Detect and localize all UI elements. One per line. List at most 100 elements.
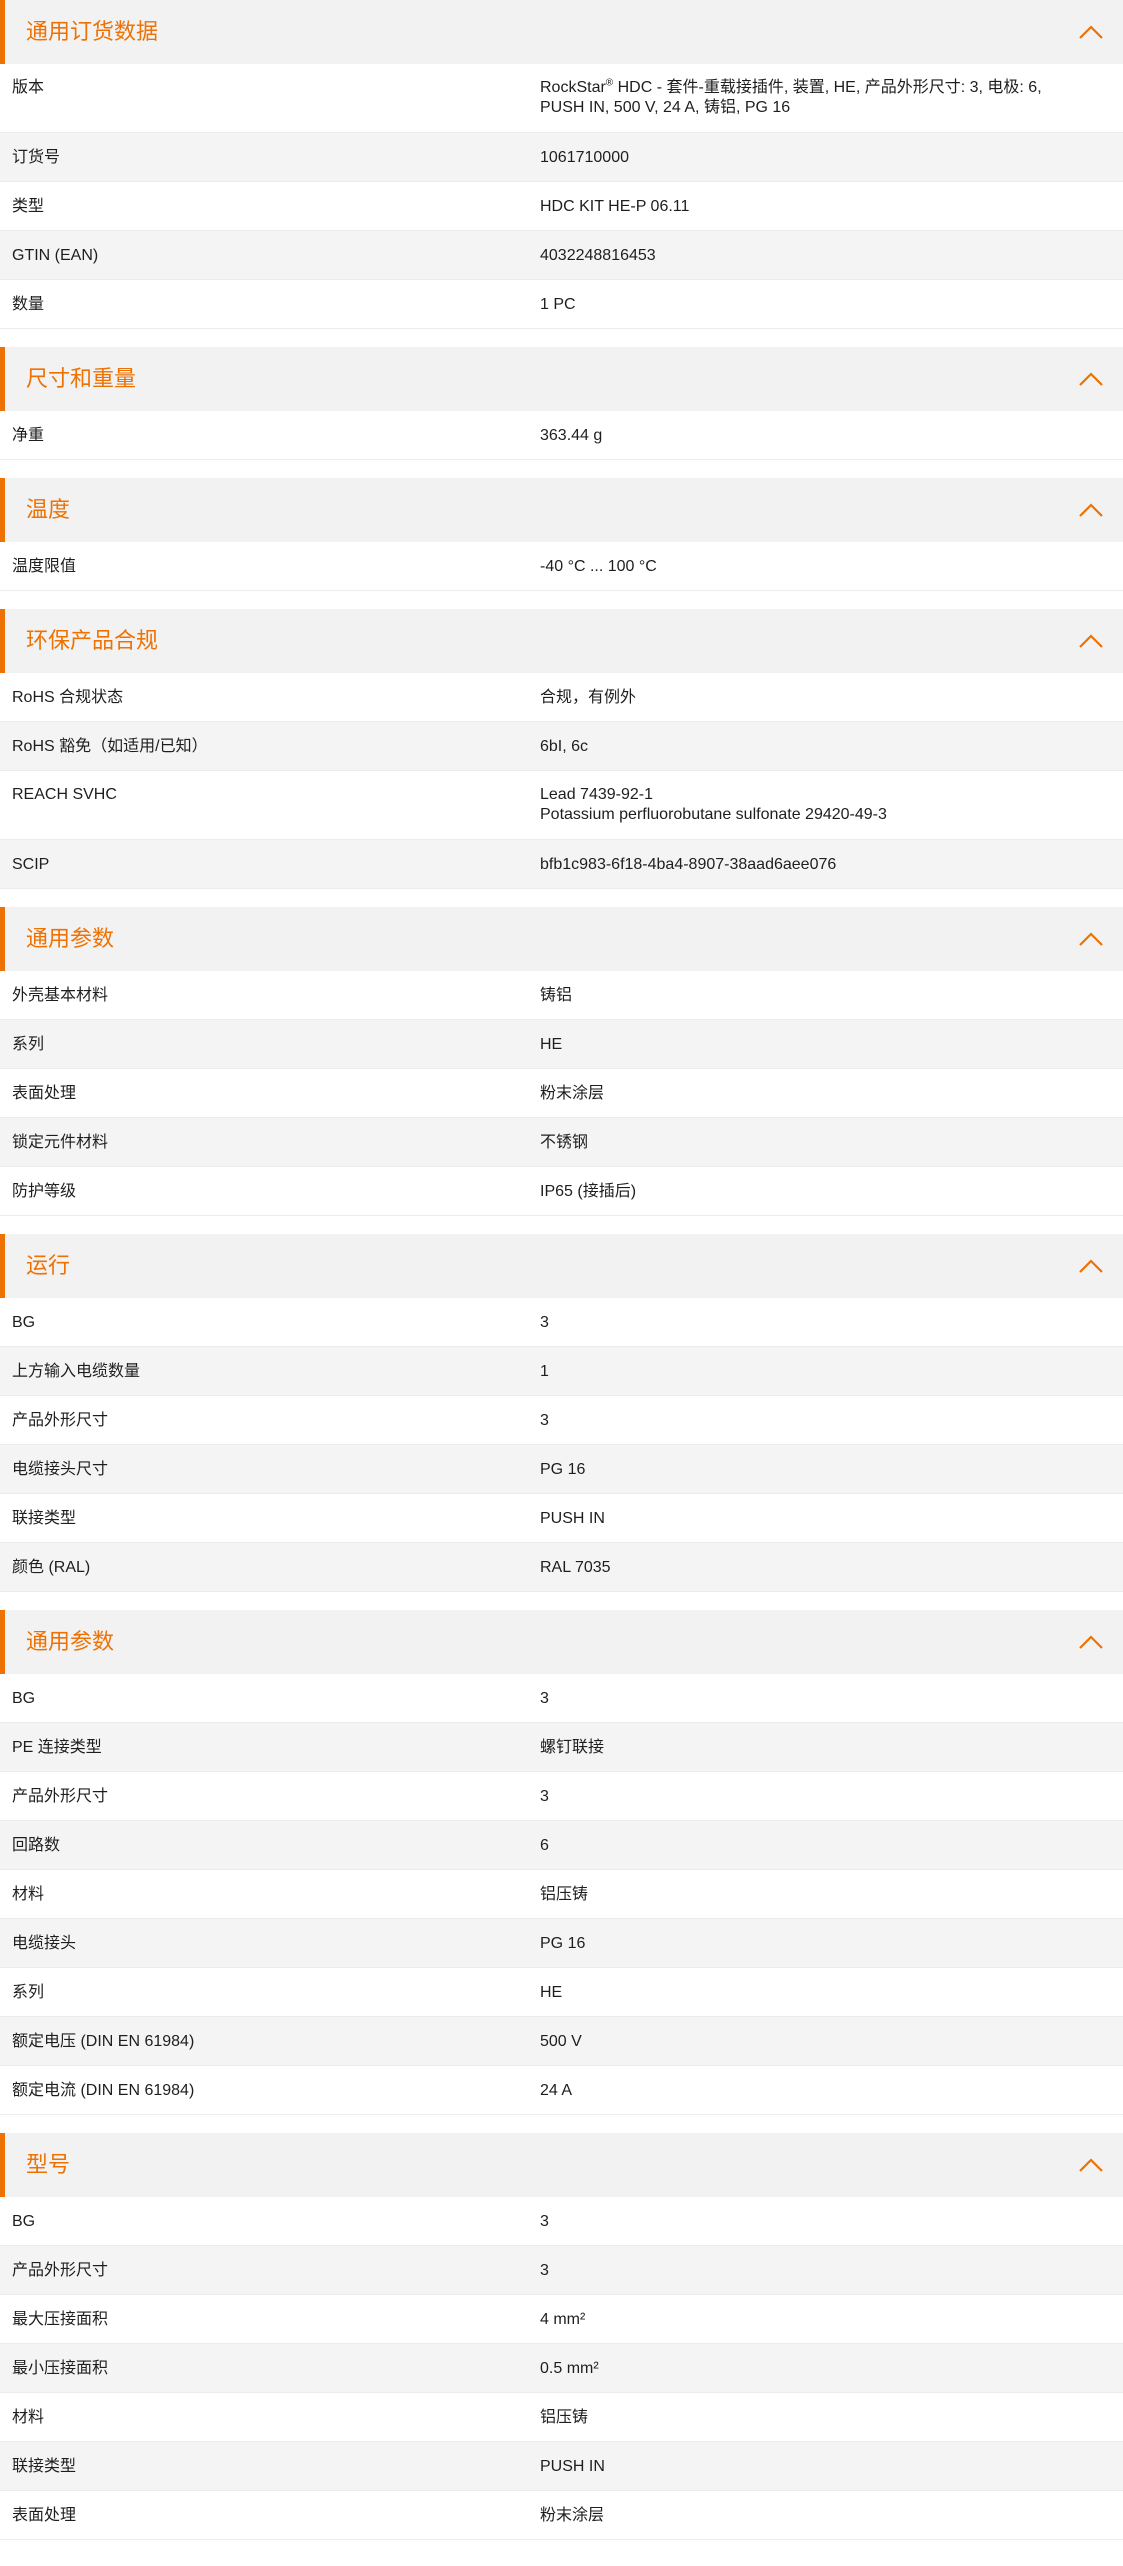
spec-label: 上方输入电缆数量	[12, 1363, 141, 1380]
spec-label: 产品外形尺寸	[12, 1788, 109, 1805]
spec-row: RoHS 豁免（如适用/已知） 6bI, 6c	[0, 722, 1123, 771]
spec-value-line: 粉末涂层	[540, 2507, 605, 2524]
spec-label: 表面处理	[12, 1085, 77, 1102]
spec-value-line: PG 16	[540, 1461, 586, 1478]
section-header[interactable]: 通用参数	[0, 907, 1123, 971]
spec-value-line: 铸铝	[540, 987, 573, 1004]
collapse-button[interactable]	[1059, 609, 1123, 673]
spec-section: 尺寸和重量 净重 363.44 g	[0, 347, 1123, 460]
spec-label: 数量	[12, 296, 45, 313]
collapse-button[interactable]	[1059, 1234, 1123, 1298]
spec-row: 产品外形尺寸 3	[0, 1772, 1123, 1821]
section-header[interactable]: 运行	[0, 1234, 1123, 1298]
spec-row: REACH SVHC Lead 7439-92-1 Potassium perfl…	[0, 771, 1123, 840]
spec-section: 温度 温度限值 -40 °C ... 100 °C	[0, 478, 1123, 591]
spec-label: 联接类型	[12, 1510, 77, 1527]
spec-value-line: 合规，有例外	[540, 689, 637, 706]
spec-value: 粉末涂层	[540, 1084, 1123, 1104]
spec-value: PG 16	[540, 1934, 1123, 1954]
spec-row: 额定电压 (DIN EN 61984) 500 V	[0, 2017, 1123, 2066]
collapse-button[interactable]	[1059, 1610, 1123, 1674]
spec-label: BG	[12, 1314, 36, 1331]
chevron-up-icon	[1079, 2158, 1103, 2172]
section-header[interactable]: 环保产品合规	[0, 609, 1123, 673]
spec-value-line: Lead 7439-92-1	[540, 786, 653, 803]
spec-label: 温度限值	[12, 558, 77, 575]
spec-value: 螺钉联接	[540, 1738, 1123, 1758]
spec-value-line: 500 V	[540, 2033, 582, 2050]
spec-value-line: 4032248816453	[540, 247, 656, 264]
section-rows: 温度限值 -40 °C ... 100 °C	[0, 542, 1123, 591]
section-header[interactable]: 型号	[0, 2133, 1123, 2197]
spec-row: RoHS 合规状态 合规，有例外	[0, 673, 1123, 722]
spec-value-line: 3	[540, 2213, 549, 2230]
section-title: 尺寸和重量	[26, 366, 137, 391]
spec-value-line: PUSH IN	[540, 2458, 605, 2475]
spec-row: 额定电流 (DIN EN 61984) 24 A	[0, 2066, 1123, 2115]
section-title: 通用参数	[26, 926, 115, 951]
spec-label: 系列	[12, 1984, 45, 2001]
spec-section: 运行 BG 3 上方输入电缆数量 1 产品外形尺寸 3 电缆接头尺寸 PG 16…	[0, 1234, 1123, 1592]
section-header[interactable]: 通用订货数据	[0, 0, 1123, 64]
spec-row: 锁定元件材料 不锈钢	[0, 1118, 1123, 1167]
spec-label: 类型	[12, 198, 45, 215]
chevron-up-icon	[1079, 503, 1103, 517]
spec-value: 1061710000	[540, 148, 1123, 168]
spec-label: 系列	[12, 1036, 45, 1053]
spec-row: 温度限值 -40 °C ... 100 °C	[0, 542, 1123, 591]
spec-value-line: 3	[540, 1412, 549, 1429]
spec-label: 产品外形尺寸	[12, 1412, 109, 1429]
spec-value-line: HE	[540, 1036, 563, 1053]
spec-value-line: 6bI, 6c	[540, 738, 589, 755]
chevron-up-icon	[1079, 25, 1103, 39]
section-header[interactable]: 尺寸和重量	[0, 347, 1123, 411]
section-rows: RoHS 合规状态 合规，有例外 RoHS 豁免（如适用/已知） 6bI, 6c…	[0, 673, 1123, 889]
collapse-button[interactable]	[1059, 478, 1123, 542]
spec-row: 系列 HE	[0, 1968, 1123, 2017]
spec-label: BG	[12, 2213, 36, 2230]
spec-value: HE	[540, 1035, 1123, 1055]
spec-value-line: 螺钉联接	[540, 1739, 605, 1756]
spec-value: 24 A	[540, 2081, 1123, 2101]
spec-label: RoHS 合规状态	[12, 689, 124, 706]
spec-label: BG	[12, 1690, 36, 1707]
section-rows: BG 3 上方输入电缆数量 1 产品外形尺寸 3 电缆接头尺寸 PG 16 联接…	[0, 1298, 1123, 1592]
spec-value-line: 3	[540, 2262, 549, 2279]
collapse-button[interactable]	[1059, 2133, 1123, 2197]
collapse-button[interactable]	[1059, 0, 1123, 64]
spec-label: 材料	[12, 2409, 45, 2426]
spec-row: 系列 HE	[0, 1020, 1123, 1069]
spec-section: 通用订货数据 版本 RockStar® HDC - 套件-重载接插件, 装置, …	[0, 0, 1123, 329]
spec-value: Lead 7439-92-1 Potassium perfluorobutane …	[540, 785, 1123, 825]
spec-value: 363.44 g	[540, 426, 1123, 446]
chevron-up-icon	[1079, 1635, 1103, 1649]
spec-row: PE 连接类型 螺钉联接	[0, 1723, 1123, 1772]
spec-label: GTIN (EAN)	[12, 247, 99, 264]
spec-row: GTIN (EAN) 4032248816453	[0, 231, 1123, 280]
chevron-up-icon	[1079, 372, 1103, 386]
spec-label: 产品外形尺寸	[12, 2262, 109, 2279]
section-header[interactable]: 温度	[0, 478, 1123, 542]
collapse-button[interactable]	[1059, 907, 1123, 971]
spec-value-line: HE	[540, 1984, 563, 2001]
spec-value: 3	[540, 1411, 1123, 1431]
section-rows: 版本 RockStar® HDC - 套件-重载接插件, 装置, HE, 产品外…	[0, 64, 1123, 329]
spec-value: bfb1c983-6f18-4ba4-8907-38aad6aee076	[540, 855, 1123, 875]
spec-row: 电缆接头 PG 16	[0, 1919, 1123, 1968]
spec-value: 铸铝	[540, 986, 1123, 1006]
spec-row: 回路数 6	[0, 1821, 1123, 1870]
spec-value: 1	[540, 1362, 1123, 1382]
spec-row: 外壳基本材料 铸铝	[0, 971, 1123, 1020]
spec-row: BG 3	[0, 1674, 1123, 1723]
collapse-button[interactable]	[1059, 347, 1123, 411]
spec-value-line: RAL 7035	[540, 1559, 611, 1576]
spec-value: PUSH IN	[540, 1509, 1123, 1529]
spec-section: 环保产品合规 RoHS 合规状态 合规，有例外 RoHS 豁免（如适用/已知） …	[0, 609, 1123, 889]
spec-value: 1 PC	[540, 295, 1123, 315]
spec-value: RAL 7035	[540, 1558, 1123, 1578]
section-header[interactable]: 通用参数	[0, 1610, 1123, 1674]
spec-value: 3	[540, 1313, 1123, 1333]
spec-row: 最小压接面积 0.5 mm²	[0, 2344, 1123, 2393]
spec-value-line: 粉末涂层	[540, 1085, 605, 1102]
spec-value: PUSH IN	[540, 2457, 1123, 2477]
